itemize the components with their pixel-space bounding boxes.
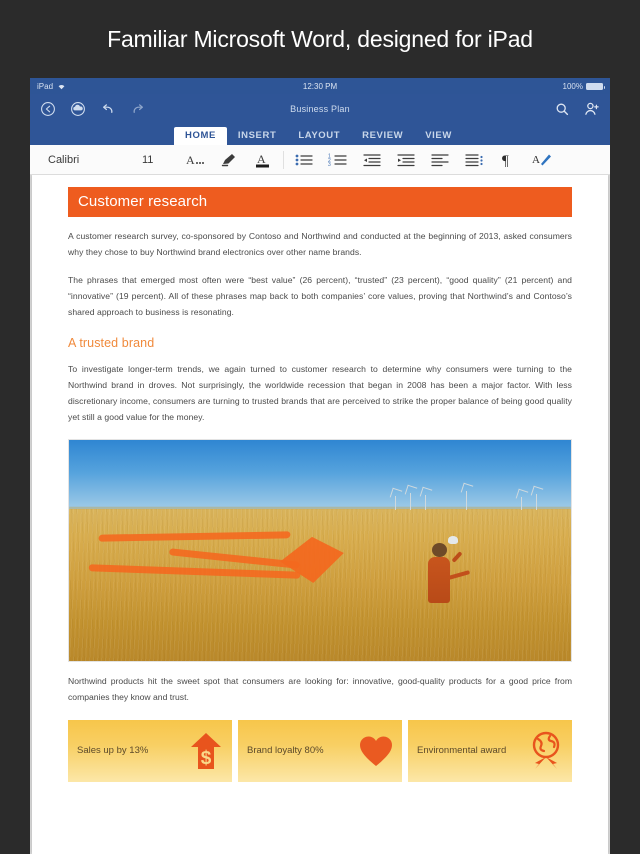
document-image-kite-field[interactable] xyxy=(68,439,572,663)
pilcrow-icon[interactable]: ¶ xyxy=(491,147,525,173)
callout-loyalty[interactable]: Brand loyalty 80% xyxy=(238,719,402,782)
redo-icon[interactable] xyxy=(130,101,146,117)
callout-environment-label: Environmental award xyxy=(417,744,507,756)
search-icon[interactable] xyxy=(554,101,570,117)
add-person-icon[interactable] xyxy=(584,101,600,117)
document-subheading: A trusted brand xyxy=(68,336,155,351)
status-bar-time: 12:30 PM xyxy=(302,81,338,91)
callout-row: Sales up by 13% $ Brand loyalty 80% Envi… xyxy=(68,719,572,782)
wind-turbine-icon xyxy=(535,493,537,510)
globe-award-icon xyxy=(529,731,563,771)
heart-icon xyxy=(359,731,393,771)
numbered-list-icon[interactable]: 1 2 3 xyxy=(321,147,355,173)
wind-turbine-icon xyxy=(465,490,467,510)
font-formatting-icon[interactable]: A xyxy=(178,147,212,173)
child-head xyxy=(431,542,447,557)
dollar-up-arrow-icon: $ xyxy=(189,731,223,771)
format-toolbar: Calibri 11 A A 1 2 3 ¶ A xyxy=(30,145,610,175)
wind-turbine-icon xyxy=(520,496,522,510)
child-hat xyxy=(448,536,458,545)
align-icon[interactable] xyxy=(423,147,457,173)
document-page[interactable]: Customer research A customer research su… xyxy=(32,175,608,854)
wind-turbine-icon xyxy=(410,492,412,510)
toolbar-divider xyxy=(283,150,284,169)
svg-text:A: A xyxy=(532,154,540,166)
tab-layout[interactable]: LAYOUT xyxy=(287,127,351,146)
svg-text:A: A xyxy=(257,152,266,166)
document-canvas[interactable]: Customer research A customer research su… xyxy=(30,175,610,854)
document-paragraph-1: A customer research survey, co-sponsored… xyxy=(68,231,572,257)
bullet-list-icon[interactable] xyxy=(287,147,321,173)
document-paragraph-4: Northwind products hit the sweet spot th… xyxy=(68,676,572,702)
app-bar-left-actions xyxy=(40,101,146,117)
tab-view[interactable]: VIEW xyxy=(414,127,463,146)
tab-review[interactable]: REVIEW xyxy=(351,127,414,146)
ribbon-tab-bar: HOME INSERT LAYOUT REVIEW VIEW xyxy=(30,124,610,145)
undo-icon[interactable] xyxy=(100,101,116,117)
document-paragraph-2: The phrases that emerged most often were… xyxy=(68,274,572,317)
font-color-icon[interactable]: A xyxy=(246,147,280,173)
svg-text:¶: ¶ xyxy=(502,153,509,169)
battery-full-icon xyxy=(586,82,605,90)
status-bar-right: 100% xyxy=(562,81,605,91)
photo-horizon xyxy=(69,507,571,510)
ipad-screen: iPad 12:30 PM 100% Business Plan HOME IN… xyxy=(30,78,610,854)
callout-loyalty-label: Brand loyalty 80% xyxy=(247,744,324,756)
app-bar-right-actions xyxy=(554,101,600,117)
photo-sky xyxy=(69,440,571,513)
font-family-select[interactable]: Calibri xyxy=(38,154,142,166)
wind-turbine-icon xyxy=(425,494,427,510)
svg-text:$: $ xyxy=(201,748,212,769)
callout-environment[interactable]: Environmental award xyxy=(408,719,572,782)
document-heading: Customer research xyxy=(68,187,572,217)
decrease-indent-icon[interactable] xyxy=(355,147,389,173)
ios-status-bar: iPad 12:30 PM 100% xyxy=(30,78,610,94)
back-icon[interactable] xyxy=(40,101,56,117)
callout-sales[interactable]: Sales up by 13% $ xyxy=(68,719,232,782)
cloud-save-icon[interactable] xyxy=(70,101,86,117)
svg-text:A: A xyxy=(186,153,195,167)
line-spacing-icon[interactable] xyxy=(457,147,491,173)
document-paragraph-3: To investigate longer-term trends, we ag… xyxy=(68,364,572,423)
photo-wheat-field xyxy=(69,508,571,662)
tab-home[interactable]: HOME xyxy=(174,126,227,145)
wind-turbine-icon xyxy=(395,495,397,510)
battery-percent-label: 100% xyxy=(562,81,583,91)
format-painter-icon[interactable]: A xyxy=(525,147,559,173)
child-body xyxy=(427,557,450,604)
promo-headline: Familiar Microsoft Word, designed for iP… xyxy=(107,25,533,52)
tab-insert[interactable]: INSERT xyxy=(227,127,287,146)
highlighter-icon[interactable] xyxy=(212,147,246,173)
app-top-bar: Business Plan xyxy=(30,94,610,124)
font-size-select[interactable]: 11 xyxy=(142,154,178,166)
increase-indent-icon[interactable] xyxy=(389,147,423,173)
svg-text:3: 3 xyxy=(328,162,331,168)
callout-sales-label: Sales up by 13% xyxy=(77,744,149,756)
